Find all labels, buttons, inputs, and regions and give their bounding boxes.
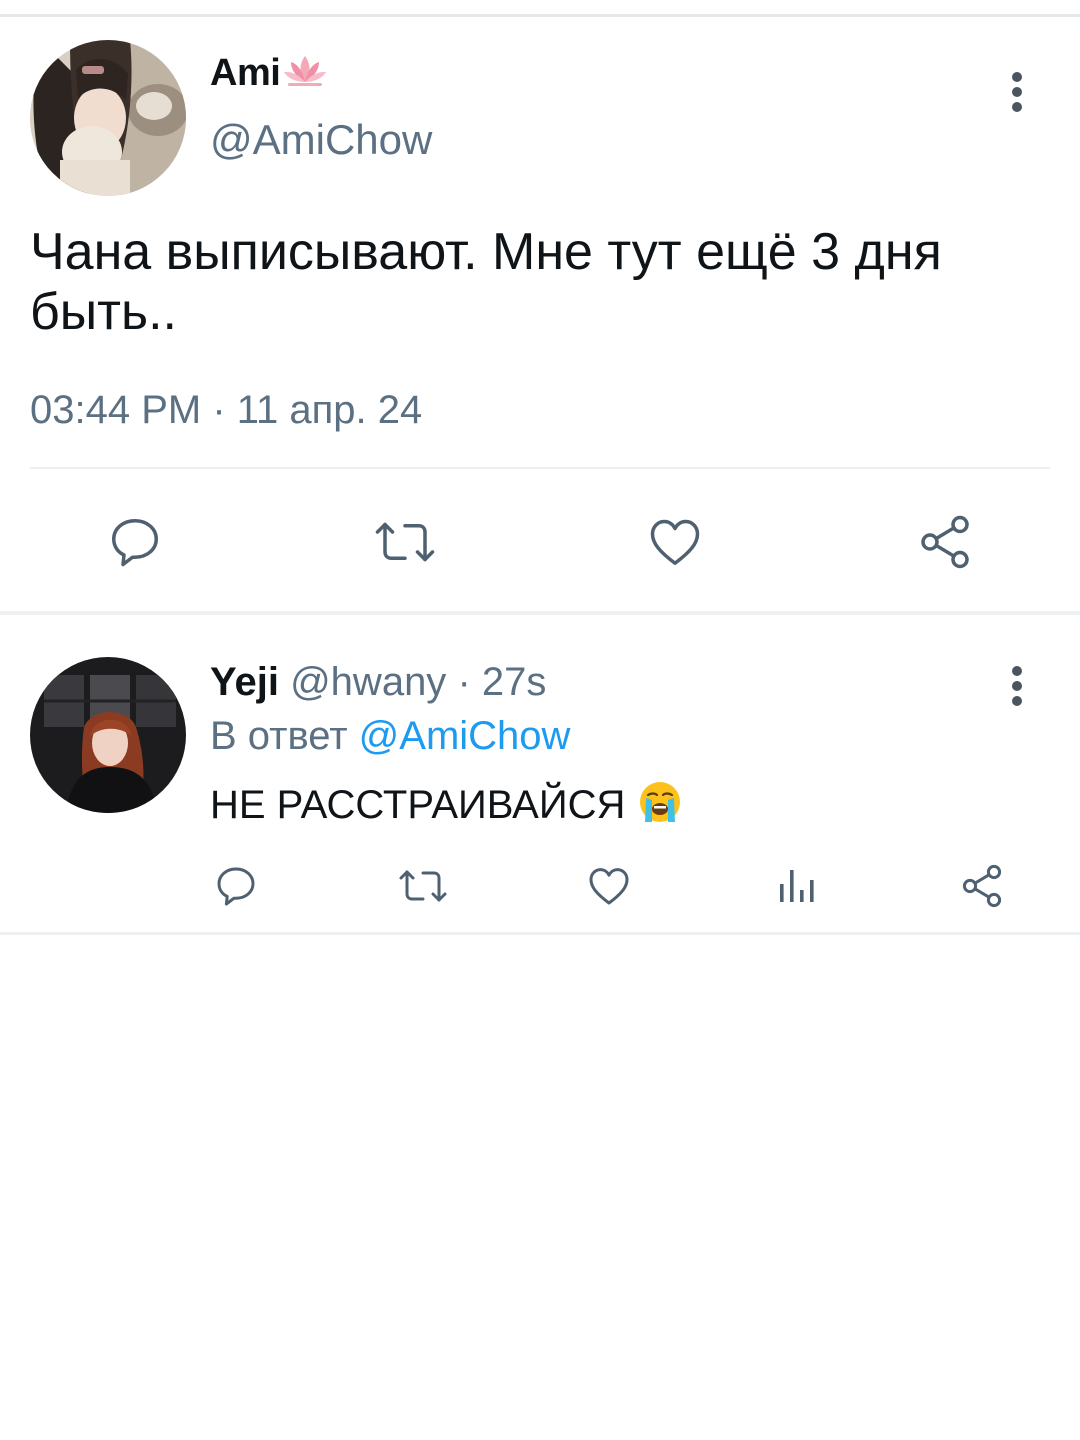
more-options-icon[interactable]: [1011, 72, 1023, 117]
reply-retweet-button[interactable]: [391, 854, 455, 918]
reply-author-name[interactable]: Yeji: [210, 660, 279, 704]
like-button[interactable]: [635, 502, 715, 582]
reply-avatar[interactable]: [30, 657, 186, 813]
retweet-icon: [399, 870, 447, 902]
author-handle[interactable]: @AmiChow: [210, 116, 432, 164]
reply-like-button[interactable]: [577, 854, 641, 918]
reply-to-mention[interactable]: @AmiChow: [359, 714, 571, 758]
tweet-timestamp[interactable]: 03:44 PM · 11 апр. 24: [30, 388, 422, 433]
reply-time: · 27s: [457, 660, 547, 704]
loudly-crying-face-emoji-icon: [637, 778, 683, 834]
views-icon: [780, 870, 814, 902]
retweet-icon: [375, 522, 435, 562]
reply-header: Yeji @hwany · 27s: [210, 660, 546, 705]
reply-author-handle[interactable]: @hwany: [290, 660, 446, 704]
retweet-button[interactable]: [365, 502, 445, 582]
reply-more-options-icon[interactable]: [1011, 666, 1023, 711]
section-separator: [0, 611, 1080, 615]
reply-to-prefix: В ответ: [210, 714, 348, 758]
reply-share-button[interactable]: [950, 854, 1014, 918]
reply-button[interactable]: [95, 502, 175, 582]
author-name-text: Ami: [210, 52, 281, 95]
share-icon: [962, 864, 1002, 908]
share-icon: [921, 515, 969, 569]
top-divider: [0, 14, 1080, 17]
reply-icon: [112, 519, 158, 567]
like-icon: [650, 519, 700, 565]
reply-text-content: НЕ РАССТРАИВАЙСЯ: [210, 783, 626, 827]
reply-views-button[interactable]: [764, 854, 828, 918]
tweet-text: Чана выписывают. Мне тут ещё 3 дня быть.…: [30, 223, 942, 341]
like-icon: [589, 868, 629, 905]
reply-icon: [217, 867, 255, 906]
lotus-emoji-icon: [282, 52, 328, 98]
divider: [30, 467, 1050, 469]
author-display-name[interactable]: Ami: [210, 52, 328, 98]
reply-to-line: В ответ @AmiChow: [210, 714, 570, 759]
reply-text: НЕ РАССТРАИВАЙСЯ: [210, 778, 683, 834]
avatar[interactable]: [30, 40, 186, 196]
share-button[interactable]: [905, 502, 985, 582]
reply-reply-button[interactable]: [204, 854, 268, 918]
bottom-divider: [0, 932, 1080, 935]
